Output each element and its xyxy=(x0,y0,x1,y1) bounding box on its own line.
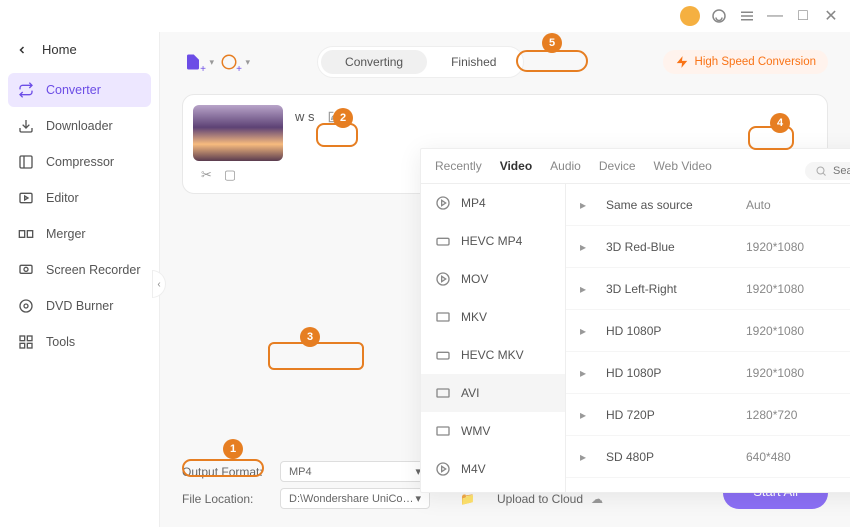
menu-icon[interactable] xyxy=(738,7,756,25)
upload-cloud-label: Upload to Cloud xyxy=(497,492,583,506)
file-name: w s xyxy=(295,109,315,124)
resolution-item[interactable]: ▸3D Left-Right1920*1080 xyxy=(566,268,850,310)
editor-icon xyxy=(18,190,34,206)
sidebar-item-label: Merger xyxy=(46,227,86,241)
trim-icon[interactable]: ✂ xyxy=(201,167,212,183)
sidebar-item-merger[interactable]: Merger xyxy=(8,217,151,251)
status-tabs: Converting Finished xyxy=(317,46,524,78)
annotation-1: 1 xyxy=(223,439,243,459)
tools-icon xyxy=(18,334,34,350)
resolution-item[interactable]: ▸SD 480P640*480 xyxy=(566,436,850,478)
format-hevc-mkv[interactable]: HEVC MKV xyxy=(421,336,565,374)
titlebar: — □ ✕ xyxy=(0,0,850,32)
annotation-2: 2 xyxy=(333,108,353,128)
format-mov[interactable]: MOV xyxy=(421,260,565,298)
crop-icon[interactable]: ▢ xyxy=(224,167,236,183)
play-icon: ▸ xyxy=(580,324,596,338)
output-format-select[interactable]: MP4▾ xyxy=(280,461,430,482)
add-url-button[interactable]: + ▾ xyxy=(218,51,240,73)
poptab-device[interactable]: Device xyxy=(599,159,636,183)
tab-finished[interactable]: Finished xyxy=(427,50,520,74)
add-file-button[interactable]: + ▾ xyxy=(182,51,204,73)
format-popover: Recently Video Audio Device Web Video MP… xyxy=(420,148,850,493)
sidebar-item-dvd-burner[interactable]: DVD Burner xyxy=(8,289,151,323)
resolution-item[interactable]: ▸HD 1080P1920*1080 xyxy=(566,352,850,394)
annotation-3: 3 xyxy=(300,327,320,347)
annotation-4: 4 xyxy=(770,113,790,133)
format-mp4[interactable]: MP4 xyxy=(421,184,565,222)
sidebar-item-label: DVD Burner xyxy=(46,299,113,313)
format-hevc-mp4[interactable]: HEVC MP4 xyxy=(421,222,565,260)
main-panel: + ▾ + ▾ Converting Finished High Speed C… xyxy=(160,32,850,527)
format-wmv[interactable]: WMV xyxy=(421,412,565,450)
format-m4v[interactable]: M4V xyxy=(421,450,565,488)
resolution-item[interactable]: ▸Same as sourceAuto xyxy=(566,184,850,226)
poptab-video[interactable]: Video xyxy=(500,159,532,183)
avatar[interactable] xyxy=(680,6,700,26)
sidebar-item-editor[interactable]: Editor xyxy=(8,181,151,215)
sidebar-item-label: Editor xyxy=(46,191,79,205)
back-label: Home xyxy=(42,42,77,57)
support-icon[interactable] xyxy=(710,7,728,25)
cloud-icon[interactable]: ☁ xyxy=(591,492,603,506)
format-list: MP4 HEVC MP4 MOV MKV HEVC MKV AVI WMV M4… xyxy=(421,184,566,492)
compressor-icon xyxy=(18,154,34,170)
search-input[interactable] xyxy=(833,165,850,177)
download-icon xyxy=(18,118,34,134)
sidebar-item-label: Screen Recorder xyxy=(46,263,141,277)
plus-icon: + xyxy=(200,64,206,75)
annotation-5: 5 xyxy=(542,33,562,53)
dvd-icon xyxy=(18,298,34,314)
play-icon: ▸ xyxy=(580,408,596,422)
sidebar-item-label: Tools xyxy=(46,335,75,349)
minimize-button[interactable]: — xyxy=(766,7,784,25)
resolution-list: ▸Same as sourceAuto ▸3D Red-Blue1920*108… xyxy=(566,184,850,492)
play-icon: ▸ xyxy=(580,366,596,380)
sidebar-item-tools[interactable]: Tools xyxy=(8,325,151,359)
sidebar-item-compressor[interactable]: Compressor xyxy=(8,145,151,179)
play-icon: ▸ xyxy=(580,240,596,254)
recorder-icon xyxy=(18,262,34,278)
chevron-down-icon: ▾ xyxy=(415,492,421,505)
resolution-item[interactable]: ▸3D Red-Blue1920*1080 xyxy=(566,226,850,268)
play-icon: ▸ xyxy=(580,282,596,296)
tab-converting[interactable]: Converting xyxy=(321,50,427,74)
hsc-label: High Speed Conversion xyxy=(695,56,816,68)
resolution-item[interactable]: ▸HD 1080P1920*1080 xyxy=(566,310,850,352)
maximize-button[interactable]: □ xyxy=(794,7,812,25)
merger-icon xyxy=(18,226,34,242)
sidebar-item-screen-recorder[interactable]: Screen Recorder xyxy=(8,253,151,287)
format-avi[interactable]: AVI xyxy=(421,374,565,412)
plus-icon: + xyxy=(236,64,242,75)
sidebar-item-label: Converter xyxy=(46,83,101,97)
folder-icon[interactable]: 📁 xyxy=(460,492,475,506)
video-thumbnail[interactable] xyxy=(193,105,283,161)
file-location-label: File Location: xyxy=(182,492,272,506)
file-location-select[interactable]: D:\Wondershare UniConverter 1▾ xyxy=(280,488,430,509)
play-icon: ▸ xyxy=(580,198,596,212)
format-mkv[interactable]: MKV xyxy=(421,298,565,336)
poptab-audio[interactable]: Audio xyxy=(550,159,581,183)
sidebar-item-converter[interactable]: Converter xyxy=(8,73,151,107)
play-icon: ▸ xyxy=(580,450,596,464)
converter-icon xyxy=(18,82,34,98)
output-format-label: Output Format: xyxy=(182,465,272,479)
resolution-item[interactable]: ▸HD 720P1280*720 xyxy=(566,394,850,436)
search-icon xyxy=(815,165,827,177)
sidebar-item-label: Compressor xyxy=(46,155,114,169)
poptab-web[interactable]: Web Video xyxy=(654,159,712,183)
sidebar-item-label: Downloader xyxy=(46,119,113,133)
close-button[interactable]: ✕ xyxy=(822,7,840,25)
high-speed-conversion[interactable]: High Speed Conversion xyxy=(663,50,828,74)
sidebar-item-downloader[interactable]: Downloader xyxy=(8,109,151,143)
back-home[interactable]: Home xyxy=(8,36,151,63)
format-search[interactable] xyxy=(805,162,850,180)
sidebar: Home Converter Downloader Compressor Edi… xyxy=(0,32,160,527)
poptab-recently[interactable]: Recently xyxy=(435,159,482,183)
